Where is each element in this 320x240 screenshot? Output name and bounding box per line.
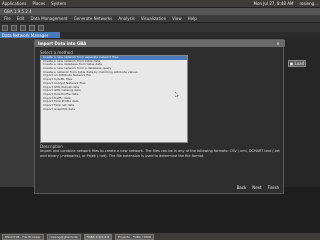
- save-icon[interactable]: [20, 24, 26, 31]
- menu-file[interactable]: File: [4, 16, 11, 21]
- import-icon[interactable]: [29, 24, 35, 31]
- list-item[interactable]: Import GraphML data: [41, 107, 187, 112]
- window-titlebar[interactable]: GBA 1.9.5.2.4: [0, 8, 320, 15]
- task-projects[interactable]: Projects - *GBA / DKID: [115, 233, 155, 240]
- finish-button[interactable]: Finish: [268, 185, 279, 190]
- menu-view[interactable]: View: [172, 16, 182, 21]
- next-button[interactable]: Next: [252, 185, 261, 190]
- toolbar: [0, 23, 320, 32]
- menu-edit[interactable]: Edit: [17, 16, 25, 21]
- task-terminal[interactable]: rosieng@gbamode: [46, 233, 81, 240]
- menu-help[interactable]: Help: [188, 16, 197, 21]
- menu-analysis[interactable]: Analysis: [118, 16, 134, 21]
- menubar: File Edit Data Management Generate Netwo…: [0, 15, 320, 23]
- load-icon: ▣: [289, 61, 294, 66]
- user-name[interactable]: rosieng...: [299, 1, 318, 6]
- panel-header-label: Data Network Manager: [2, 32, 49, 38]
- menu-visualization[interactable]: Visualization: [141, 16, 166, 21]
- method-list[interactable]: Create a new network from separate netwo…: [40, 55, 188, 143]
- open-icon[interactable]: [11, 24, 17, 31]
- top-panel: Applications Places System Mon Jul 27, 8…: [0, 0, 320, 8]
- applications-menu[interactable]: Applications: [2, 1, 26, 6]
- import-dialog: Import Data into GBA ✕ Select a method C…: [34, 39, 285, 194]
- mouse-cursor-icon: [175, 92, 179, 97]
- menu-data-management[interactable]: Data Management: [30, 16, 67, 21]
- dialog-title[interactable]: Import Data into GBA: [35, 40, 285, 47]
- left-panel: [0, 32, 34, 187]
- load-button-label: Load: [294, 61, 305, 66]
- load-button[interactable]: ▣ Load: [288, 60, 306, 67]
- description-text: Import and combine network files to crea…: [40, 149, 280, 158]
- back-button[interactable]: Back: [237, 185, 247, 190]
- dialog-buttons: Back Next Finish: [237, 185, 279, 190]
- window-title: GBA 1.9.5.2.4: [4, 9, 32, 14]
- zoom-icon[interactable]: [38, 24, 44, 31]
- system-menu[interactable]: System: [51, 1, 66, 6]
- task-file-browser[interactable]: DSCO708 - File Browser: [2, 233, 44, 240]
- places-menu[interactable]: Places: [32, 1, 45, 6]
- taskbar: DSCO708 - File Browser rosieng@gbamode *…: [0, 232, 320, 240]
- clock[interactable]: Mon Jul 27, 8:48 AM: [254, 1, 294, 6]
- close-icon[interactable]: ✕: [275, 40, 281, 47]
- task-gba[interactable]: *GBA 1.9.5.2.4: [83, 233, 112, 240]
- menu-generate-networks[interactable]: Generate Networks: [74, 16, 113, 21]
- new-icon[interactable]: [2, 24, 8, 31]
